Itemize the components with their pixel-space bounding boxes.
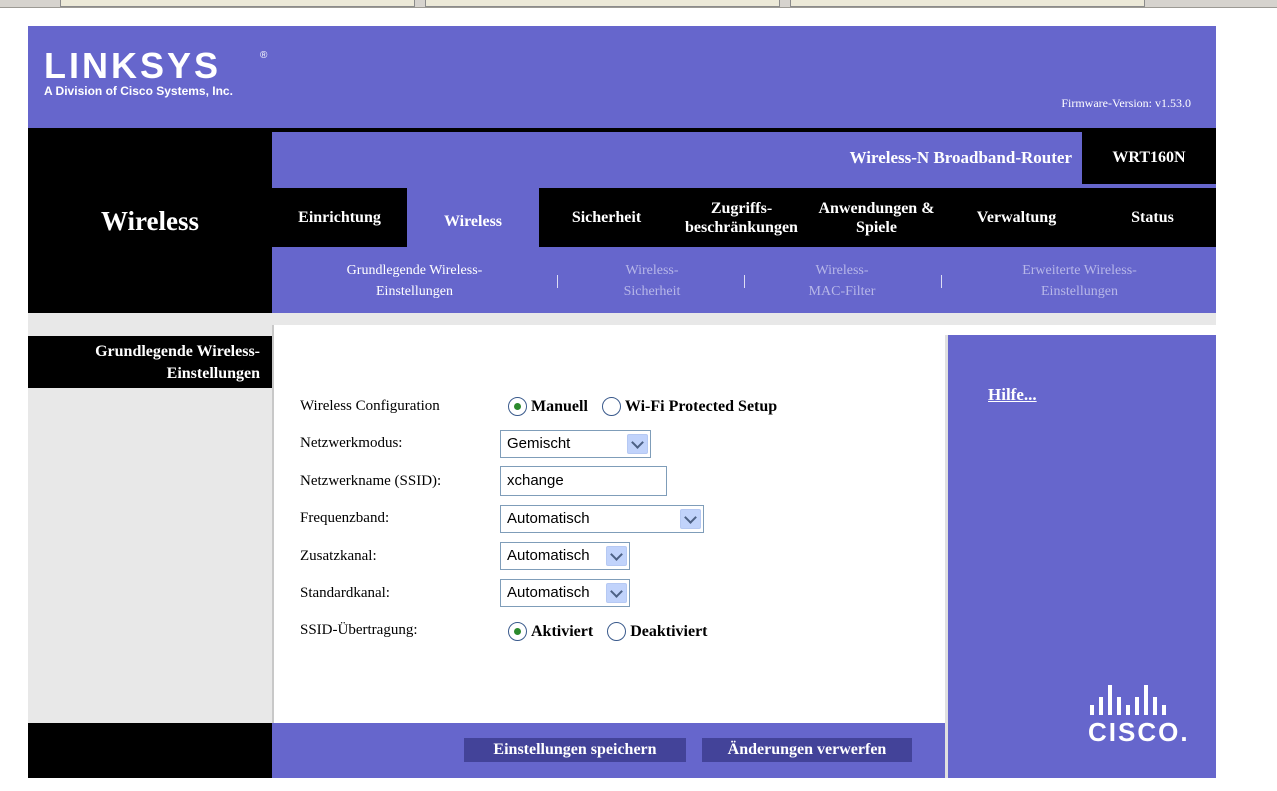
discard-changes-button[interactable]: Änderungen verwerfen xyxy=(702,738,912,762)
tab-verwaltung[interactable]: Verwaltung xyxy=(944,184,1089,247)
dropdown-arrow-icon[interactable] xyxy=(606,546,627,566)
subnav-basic-wireless[interactable]: Grundlegende Wireless- Einstellungen xyxy=(312,260,517,302)
subnav-mac-filter[interactable]: Wireless- MAC-Filter xyxy=(772,260,912,302)
browser-tab[interactable] xyxy=(60,0,415,7)
subnav-advanced-wireless[interactable]: Erweiterte Wireless- Einstellungen xyxy=(977,260,1182,302)
subnav-label: Wireless- xyxy=(625,263,679,278)
ext-channel-label: Zusatzkanal: xyxy=(300,548,377,564)
cisco-bars-icon xyxy=(1090,685,1190,715)
cisco-logo: CISCO. xyxy=(1088,685,1190,748)
frequency-band-select[interactable]: Automatisch xyxy=(500,505,704,533)
tab-label: Sicherheit xyxy=(571,209,642,226)
tab-status[interactable]: Status xyxy=(1089,184,1216,247)
ssid-label: Netzwerkname (SSID): xyxy=(300,473,442,489)
tab-einrichtung[interactable]: Einrichtung xyxy=(272,184,407,247)
radio-disabled-label[interactable]: Deaktiviert xyxy=(630,623,707,641)
left-title-line: Grundlegende Wireless- xyxy=(95,343,260,360)
radio-disabled[interactable] xyxy=(607,622,627,641)
frequency-band-label: Frequenzband: xyxy=(300,510,390,526)
browser-tab-active[interactable] xyxy=(425,0,780,7)
logo-wordmark: LINKSYS xyxy=(44,45,222,86)
radio-wps-label[interactable]: Wi-Fi Protected Setup xyxy=(625,398,777,416)
wireless-config-radio-group: Manuell Wi-Fi Protected Setup xyxy=(508,397,791,416)
radio-enabled[interactable] xyxy=(508,622,527,641)
dropdown-arrow-icon[interactable] xyxy=(627,434,648,454)
subnav-separator: | xyxy=(556,273,560,289)
firmware-version: Firmware-Version: v1.53.0 xyxy=(1061,96,1191,110)
router-page: LINKSYS ® A Division of Cisco Systems, I… xyxy=(28,26,1216,778)
tab-label: Wireless xyxy=(443,213,503,230)
subnav-label: Erweiterte Wireless- xyxy=(1022,263,1137,278)
footer-left xyxy=(28,723,272,778)
subnav-label: Wireless- xyxy=(815,263,869,278)
browser-tab-strip xyxy=(0,0,1277,8)
radio-manual-label[interactable]: Manuell xyxy=(531,398,588,416)
network-mode-select[interactable]: Gemischt xyxy=(500,430,651,458)
subnav-label: Einstellungen xyxy=(1041,284,1118,299)
tab-zugriffsbeschraenkungen[interactable]: Zugriffs- beschränkungen xyxy=(674,184,809,247)
model-number: WRT160N xyxy=(1112,149,1186,166)
ssid-broadcast-label: SSID-Übertragung: xyxy=(300,622,418,638)
content-top-gap xyxy=(272,313,1216,325)
settings-form: Wireless Configuration Manuell Wi-Fi Pro… xyxy=(272,325,945,723)
subnav-label: MAC-Filter xyxy=(808,284,876,299)
logo-subtitle: A Division of Cisco Systems, Inc. xyxy=(44,84,233,98)
subnav-separator: | xyxy=(743,273,747,289)
help-panel: Hilfe... CISCO. xyxy=(945,335,1216,778)
dropdown-arrow-icon[interactable] xyxy=(606,583,627,603)
registered-mark: ® xyxy=(260,50,268,61)
page-header: LINKSYS ® A Division of Cisco Systems, I… xyxy=(28,26,1216,128)
left-panel-title: Grundlegende Wireless- Einstellungen xyxy=(28,336,272,388)
std-channel-value: Automatisch xyxy=(507,584,590,601)
footer-buttons-bar: Einstellungen speichern Änderungen verwe… xyxy=(272,723,945,778)
subnav-separator: | xyxy=(940,273,944,289)
ssid-input[interactable]: xchange xyxy=(500,466,667,496)
help-link[interactable]: Hilfe... xyxy=(988,385,1037,405)
wireless-config-label: Wireless Configuration xyxy=(300,398,440,414)
frequency-band-value: Automatisch xyxy=(507,510,590,527)
cisco-wordmark: CISCO. xyxy=(1088,717,1190,747)
tab-label: Einrichtung xyxy=(298,209,381,226)
tab-label: Verwaltung xyxy=(976,209,1057,226)
subnav-label: Grundlegende Wireless- xyxy=(346,263,483,278)
left-title-line: Einstellungen xyxy=(166,365,260,382)
dropdown-arrow-icon[interactable] xyxy=(680,509,701,529)
ext-channel-value: Automatisch xyxy=(507,547,590,564)
sub-navigation: Grundlegende Wireless- Einstellungen | W… xyxy=(272,247,1216,313)
radio-wps[interactable] xyxy=(601,397,621,416)
tab-label: Zugriffs- beschränkungen xyxy=(685,199,798,236)
radio-manual[interactable] xyxy=(508,397,527,416)
tab-label: Status xyxy=(1131,209,1174,226)
network-mode-value: Gemischt xyxy=(507,435,571,452)
tab-wireless[interactable]: Wireless xyxy=(407,184,539,247)
product-name: Wireless-N Broadband-Router xyxy=(272,132,1082,184)
main-tabs: Einrichtung Wireless Sicherheit Zugriffs… xyxy=(272,184,1216,247)
std-channel-label: Standardkanal: xyxy=(300,585,390,601)
network-mode-label: Netzwerkmodus: xyxy=(300,435,403,451)
ext-channel-select[interactable]: Automatisch xyxy=(500,542,630,570)
radio-enabled-label[interactable]: Aktiviert xyxy=(531,623,593,641)
subnav-label: Einstellungen xyxy=(376,284,453,299)
linksys-logo: LINKSYS ® A Division of Cisco Systems, I… xyxy=(44,45,267,99)
subnav-wireless-security[interactable]: Wireless- Sicherheit xyxy=(582,260,722,302)
std-channel-select[interactable]: Automatisch xyxy=(500,579,630,607)
browser-tab[interactable] xyxy=(790,0,1145,7)
ssid-broadcast-radio-group: Aktiviert Deaktiviert xyxy=(508,622,722,641)
subnav-label: Sicherheit xyxy=(623,284,681,299)
tab-sicherheit[interactable]: Sicherheit xyxy=(539,184,674,247)
section-title: Wireless xyxy=(101,206,199,236)
tab-label: Anwendungen & Spiele xyxy=(818,199,935,236)
save-settings-button[interactable]: Einstellungen speichern xyxy=(464,738,686,762)
tab-anwendungen-spiele[interactable]: Anwendungen & Spiele xyxy=(809,184,944,247)
